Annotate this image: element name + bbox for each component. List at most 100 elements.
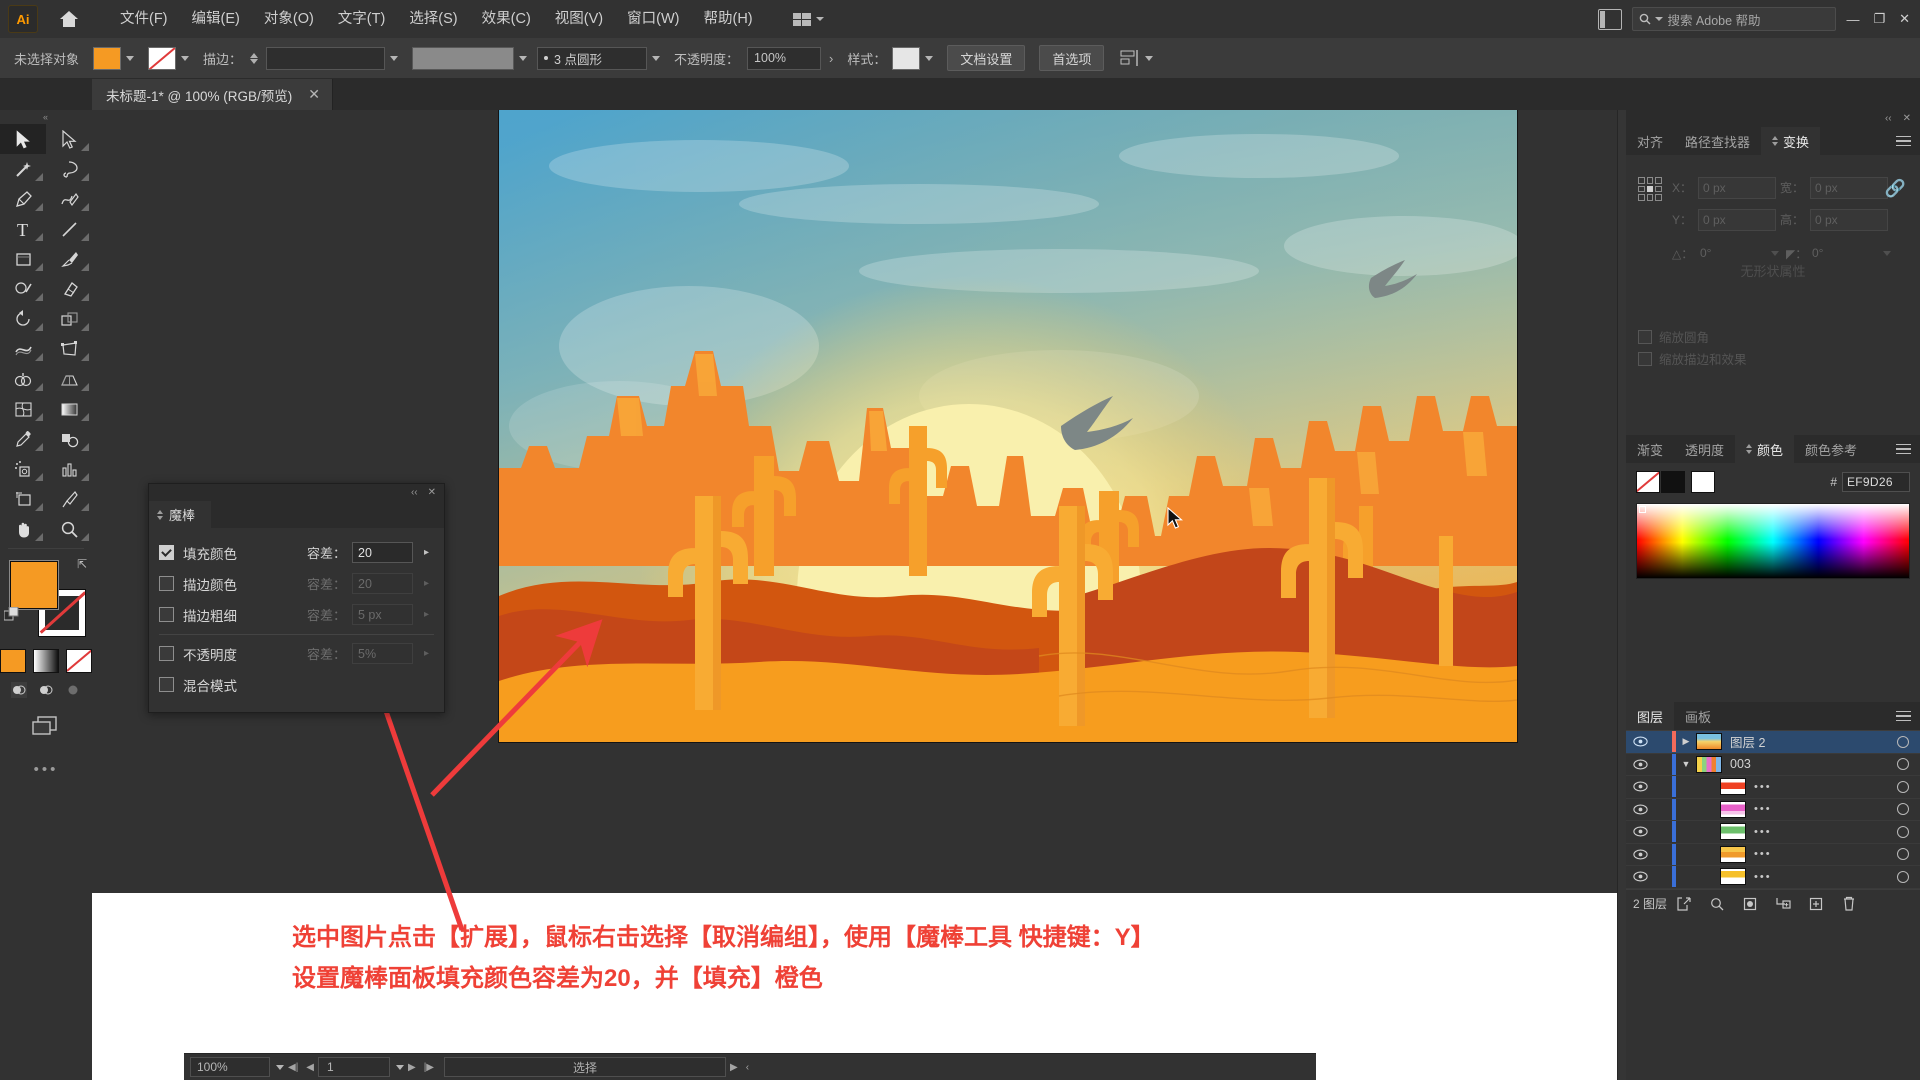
target-indicator[interactable] [1886, 735, 1920, 748]
magic-wand-panel[interactable]: ‹‹ ✕ 魔棒 填充颜色 容差： 20 ▸ 描边颜色 容差： 20 ▸ 描边粗细… [148, 483, 445, 713]
type-tool[interactable]: T [0, 214, 46, 244]
mesh-tool[interactable] [0, 394, 46, 424]
eye-icon[interactable] [1626, 759, 1654, 770]
prev-page-icon[interactable]: ◀ [302, 1062, 318, 1073]
home-icon[interactable] [56, 6, 82, 32]
lasso-tool[interactable] [46, 154, 92, 184]
target-indicator[interactable] [1886, 848, 1920, 861]
layer-name[interactable]: ••• [1754, 848, 1886, 860]
menu-help[interactable]: 帮助(H) [691, 0, 764, 38]
shaper-tool[interactable] [0, 274, 46, 304]
perspective-grid-tool[interactable] [46, 364, 92, 394]
opacity-tolerance-input[interactable]: 5% [352, 643, 413, 664]
color-spectrum[interactable] [1636, 503, 1910, 579]
artboard-number-input[interactable]: 1 [318, 1057, 390, 1077]
color-mode-button[interactable] [0, 649, 26, 673]
panel-menu-icon[interactable] [1896, 702, 1920, 730]
next-page-icon[interactable]: ▶ [404, 1062, 420, 1073]
delete-layer-icon[interactable] [1832, 896, 1865, 911]
chevron-down-icon[interactable] [396, 1064, 404, 1070]
stroke-swatch[interactable] [148, 46, 177, 70]
preferences-button[interactable]: 首选项 [1039, 45, 1105, 71]
curvature-tool[interactable] [46, 184, 92, 214]
layer-name[interactable]: 003 [1730, 757, 1886, 771]
zoom-tool[interactable] [46, 514, 92, 544]
close-icon[interactable]: ✕ [1903, 113, 1911, 124]
chevron-down-icon[interactable] [181, 55, 190, 61]
screen-mode-icon[interactable] [0, 713, 92, 739]
scale-strokes-checkbox[interactable] [1638, 351, 1652, 366]
chevron-down-icon[interactable] [1771, 251, 1779, 256]
hex-input[interactable]: EF9D26 [1842, 472, 1910, 492]
tab-color-guide[interactable]: 颜色参考 [1794, 435, 1868, 463]
locate-object-icon[interactable] [1667, 896, 1700, 911]
last-page-icon[interactable]: |▶ [420, 1062, 438, 1073]
layer-row-layer2[interactable]: ▶ 图层 2 [1626, 731, 1920, 754]
status-options-icon[interactable]: ▶ [726, 1062, 742, 1073]
fill-tolerance-input[interactable]: 20 [352, 542, 413, 563]
eyedropper-tool[interactable] [0, 424, 46, 454]
pen-tool[interactable] [0, 184, 46, 214]
tab-layers[interactable]: 图层 [1626, 702, 1675, 730]
draw-normal-icon[interactable] [10, 681, 28, 699]
layer-row-sub-orange[interactable]: ••• [1626, 843, 1920, 866]
chevron-right-icon[interactable]: ▶ [1676, 736, 1696, 747]
layer-name[interactable]: ••• [1754, 803, 1886, 815]
chevron-down-icon[interactable] [519, 55, 528, 61]
draw-behind-icon[interactable] [37, 681, 55, 699]
shear-input[interactable]: 0° [1812, 243, 1878, 263]
stroke-weight-stepper[interactable] [250, 52, 259, 64]
variable-width-profile-select[interactable]: 3 点圆形 [537, 46, 648, 70]
stroke-color-tolerance-slider-arrow-icon[interactable]: ▸ [419, 574, 434, 593]
fill-tolerance-slider-arrow-icon[interactable]: ▸ [419, 543, 434, 562]
tab-pathfinder[interactable]: 路径查找器 [1674, 127, 1761, 155]
opacity-checkbox[interactable] [159, 646, 174, 661]
make-clipping-mask-icon[interactable] [1733, 897, 1766, 911]
menu-select[interactable]: 选择(S) [397, 0, 469, 38]
layer-row-sub-red[interactable]: ••• [1626, 776, 1920, 799]
chevron-down-icon[interactable]: ▼ [1676, 759, 1696, 769]
panel-menu-icon[interactable] [1896, 435, 1920, 463]
magic-wand-row-blending-mode[interactable]: 混合模式 [159, 669, 434, 700]
target-indicator[interactable] [1886, 780, 1920, 793]
column-graph-tool[interactable] [46, 454, 92, 484]
tool-status-label[interactable]: 选择 [444, 1057, 726, 1077]
align-icon[interactable] [1120, 49, 1140, 67]
layer-name[interactable]: 图层 2 [1730, 732, 1886, 751]
layer-name[interactable]: ••• [1754, 871, 1886, 883]
tab-transform[interactable]: 变换 [1761, 127, 1821, 155]
layer-row-sub-yellow[interactable]: ••• [1626, 866, 1920, 889]
eye-icon[interactable] [1626, 849, 1654, 860]
rotate-input[interactable]: 0° [1700, 243, 1766, 263]
restore-button[interactable]: ❐ [1873, 11, 1885, 27]
scale-tool[interactable] [46, 304, 92, 334]
layer-name[interactable]: ••• [1754, 826, 1886, 838]
brush-definition-select[interactable] [412, 46, 515, 70]
layer-row-003[interactable]: ▼ 003 [1626, 753, 1920, 776]
chevron-down-icon[interactable] [276, 1064, 284, 1070]
collapse-icon[interactable]: ‹‹ [1885, 113, 1892, 124]
close-icon[interactable]: ✕ [428, 487, 436, 498]
artboard-tool[interactable] [0, 484, 46, 514]
menu-edit[interactable]: 编辑(E) [180, 0, 252, 38]
chevron-down-icon[interactable] [1883, 251, 1891, 256]
target-indicator[interactable] [1886, 870, 1920, 883]
opacity-tolerance-slider-arrow-icon[interactable]: ▸ [419, 644, 434, 663]
tab-transparency[interactable]: 透明度 [1674, 435, 1735, 463]
menu-object[interactable]: 对象(O) [252, 0, 326, 38]
layer-row-sub-magenta[interactable]: ••• [1626, 798, 1920, 821]
layer-row-sub-green[interactable]: ••• [1626, 821, 1920, 844]
tab-magic-wand[interactable]: 魔棒 [149, 501, 212, 528]
symbol-sprayer-tool[interactable] [0, 454, 46, 484]
width-tool[interactable] [0, 334, 46, 364]
gradient-tool[interactable] [46, 394, 92, 424]
artboard[interactable] [498, 110, 1518, 743]
line-segment-tool[interactable] [46, 214, 92, 244]
height-input[interactable]: 0 px [1810, 209, 1888, 231]
target-indicator[interactable] [1886, 825, 1920, 838]
collapse-icon[interactable]: ‹‹ [411, 487, 418, 498]
close-icon[interactable]: ✕ [308, 86, 320, 103]
eye-icon[interactable] [1626, 736, 1654, 747]
search-input[interactable]: 搜索 Adobe 帮助 [1632, 7, 1837, 31]
default-fill-stroke-icon[interactable] [3, 606, 20, 628]
